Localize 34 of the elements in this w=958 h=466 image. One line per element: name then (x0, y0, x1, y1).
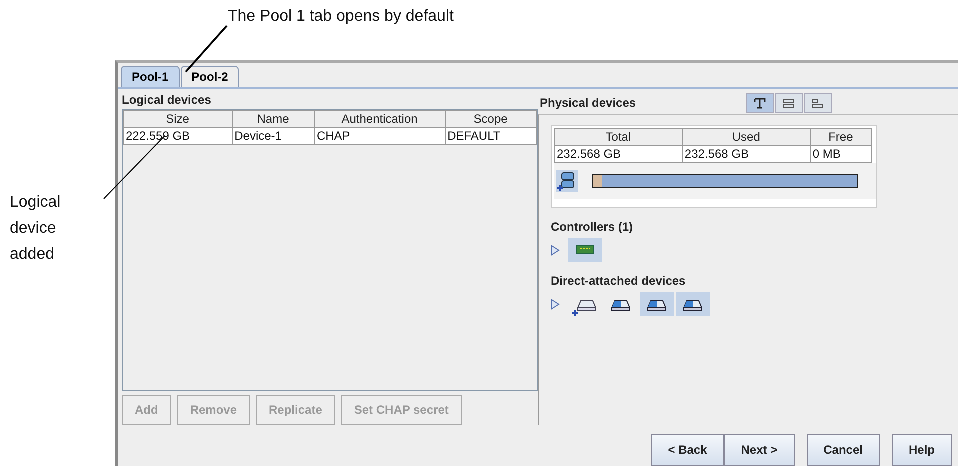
rows-icon (783, 98, 796, 108)
nav-button[interactable]: Help (892, 434, 952, 466)
column-header: Scope (445, 110, 536, 128)
column-header: Name (232, 110, 314, 128)
view-toggle-button[interactable] (804, 93, 832, 113)
table-cell: Device-1 (232, 128, 314, 144)
column-header: Size (124, 110, 232, 128)
section-title: Controllers (1) (551, 220, 634, 234)
column-header: Total (554, 128, 682, 146)
column-header: Used (682, 128, 810, 146)
view-toggle-button[interactable] (746, 93, 774, 113)
section-title: Direct-attached devices (551, 274, 686, 288)
tab[interactable]: Pool-2 (180, 66, 240, 87)
controller-card-icon[interactable] (568, 238, 602, 262)
nav-button[interactable]: Cancel (806, 434, 880, 466)
expand-arrow-icon[interactable] (551, 298, 560, 310)
column-header: Authentication (314, 110, 446, 128)
nav-button[interactable]: Next > (724, 434, 795, 466)
callout-text: The Pool 1 tab opens by default (228, 8, 454, 26)
section-title: Logical devices (122, 93, 212, 107)
table-cell: CHAP (314, 128, 446, 144)
table-cell: 222.559 GB (124, 128, 232, 144)
view-toggle-button[interactable] (775, 93, 804, 113)
storage-pool-icon (556, 170, 578, 192)
compact-view-icon (812, 98, 824, 108)
expand-arrow-icon[interactable] (551, 244, 560, 256)
nav-button[interactable]: < Back (651, 434, 724, 466)
table-cell: DEFAULT (445, 128, 536, 144)
column-header: Free (810, 128, 872, 146)
callout-text: Logical device added (10, 193, 62, 265)
tab[interactable]: Pool-1 (121, 66, 180, 87)
leader-line (185, 25, 228, 73)
section-title: Physical devices (540, 96, 636, 110)
text-view-icon (754, 98, 766, 108)
